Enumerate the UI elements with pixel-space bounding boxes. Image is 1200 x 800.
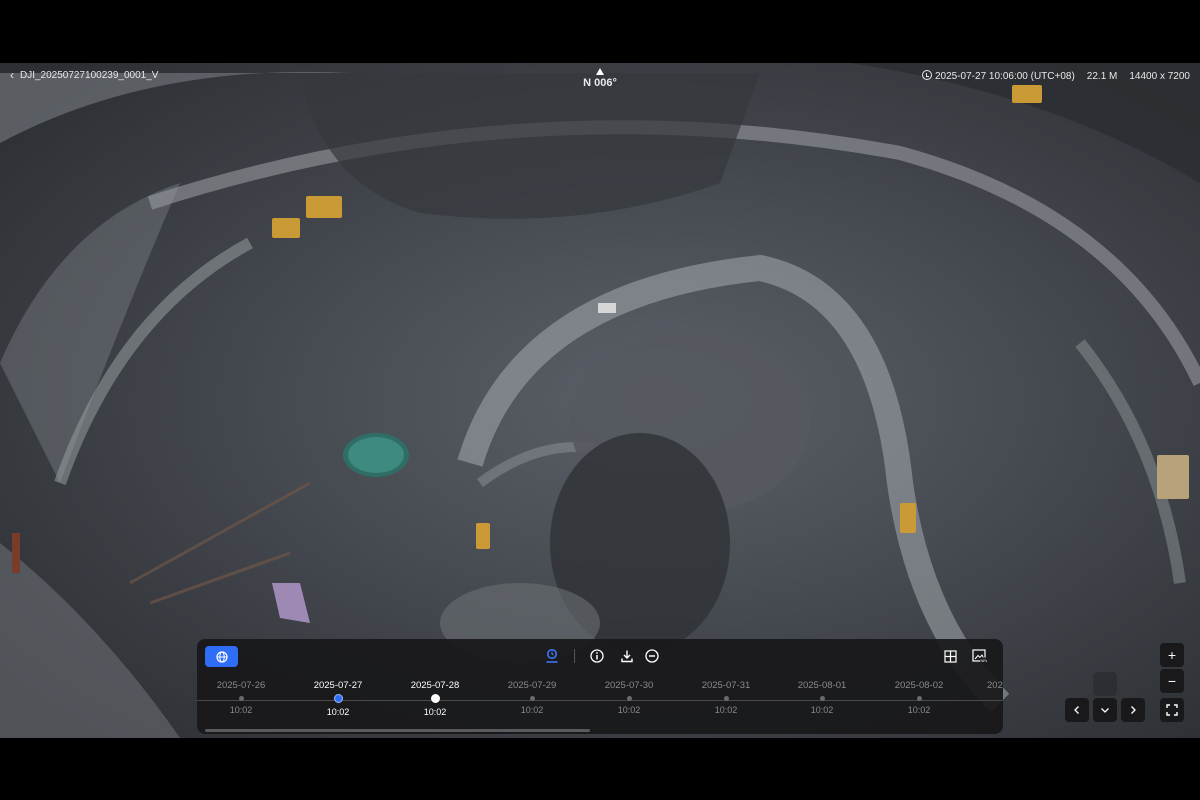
grid-view-icon xyxy=(943,649,957,663)
svg-text:NEW: NEW xyxy=(980,659,987,663)
location-pin-icon xyxy=(546,648,558,663)
pan-down-button[interactable] xyxy=(1093,698,1117,722)
aerial-mine-image xyxy=(0,63,1200,738)
zoom-out-button[interactable]: − xyxy=(1160,669,1184,693)
timeline-panel: NEW 2025-07-2610:02 2025-07-2710:02 2025… xyxy=(197,639,1003,734)
globe-icon xyxy=(215,650,228,663)
compass-heading: N 006° xyxy=(578,68,622,89)
clock-icon xyxy=(921,70,932,80)
image-resolution: 14400 x 7200 xyxy=(1129,70,1190,82)
pan-right-button[interactable] xyxy=(1121,698,1145,722)
timeline-item[interactable]: 2025-08-02 10:02 xyxy=(874,679,964,715)
info-icon xyxy=(590,649,604,663)
grid-view-button[interactable] xyxy=(942,648,958,664)
download-button[interactable] xyxy=(619,648,635,664)
timeline-item[interactable]: 2025-07-30 10:02 xyxy=(584,679,674,715)
capture-time: 2025-07-27 10:06:00 (UTC+08) xyxy=(921,70,1075,82)
back-button[interactable]: ‹ DJI_20250727100239_0001_V xyxy=(10,69,158,81)
globe-view-button[interactable] xyxy=(205,646,238,667)
chevron-left-icon xyxy=(1074,706,1079,714)
chevron-down-icon xyxy=(1101,708,1109,713)
pan-left-button[interactable] xyxy=(1065,698,1089,722)
timeline-item[interactable]: 2025-07-29 10:02 xyxy=(487,679,577,715)
zoom-in-button[interactable]: + xyxy=(1160,643,1184,667)
timeline-item-hovered[interactable]: 2025-07-28 10:02 xyxy=(390,679,480,717)
fullscreen-icon xyxy=(1166,704,1178,716)
toolbar-divider xyxy=(574,649,575,663)
remove-button[interactable] xyxy=(644,648,660,664)
north-arrow-icon xyxy=(596,68,604,75)
panorama-viewer[interactable] xyxy=(0,63,1200,738)
chevron-left-icon: ‹ xyxy=(10,68,14,82)
image-compare-button[interactable]: NEW xyxy=(971,648,987,664)
fullscreen-button[interactable] xyxy=(1160,698,1184,722)
pan-up-button[interactable] xyxy=(1093,672,1117,696)
location-pin-button[interactable] xyxy=(544,648,560,664)
image-new-icon: NEW xyxy=(971,649,987,663)
download-icon xyxy=(621,650,633,663)
file-name: DJI_20250727100239_0001_V xyxy=(20,69,159,81)
info-button[interactable] xyxy=(589,648,605,664)
file-size: 22.1 M xyxy=(1086,70,1118,82)
heading-value: N 006° xyxy=(583,77,617,89)
image-metadata: 2025-07-27 10:06:00 (UTC+08) 22.1 M 1440… xyxy=(921,70,1190,82)
chevron-right-icon xyxy=(1131,706,1136,714)
timeline-item-partial[interactable]: 202 xyxy=(987,679,1003,693)
timeline-item[interactable]: 2025-07-31 10:02 xyxy=(681,679,771,715)
timeline-item-selected[interactable]: 2025-07-27 10:02 xyxy=(293,679,383,717)
timeline-item[interactable]: 2025-08-01 10:02 xyxy=(777,679,867,715)
timeline-track[interactable]: 2025-07-26 10:02 2025-07-27 10:02 2025-07-… xyxy=(197,679,1003,729)
minus-circle-icon xyxy=(645,649,659,663)
timeline-scrollbar[interactable] xyxy=(205,729,590,732)
timeline-item[interactable]: 2025-07-26 10:02 xyxy=(197,679,286,715)
